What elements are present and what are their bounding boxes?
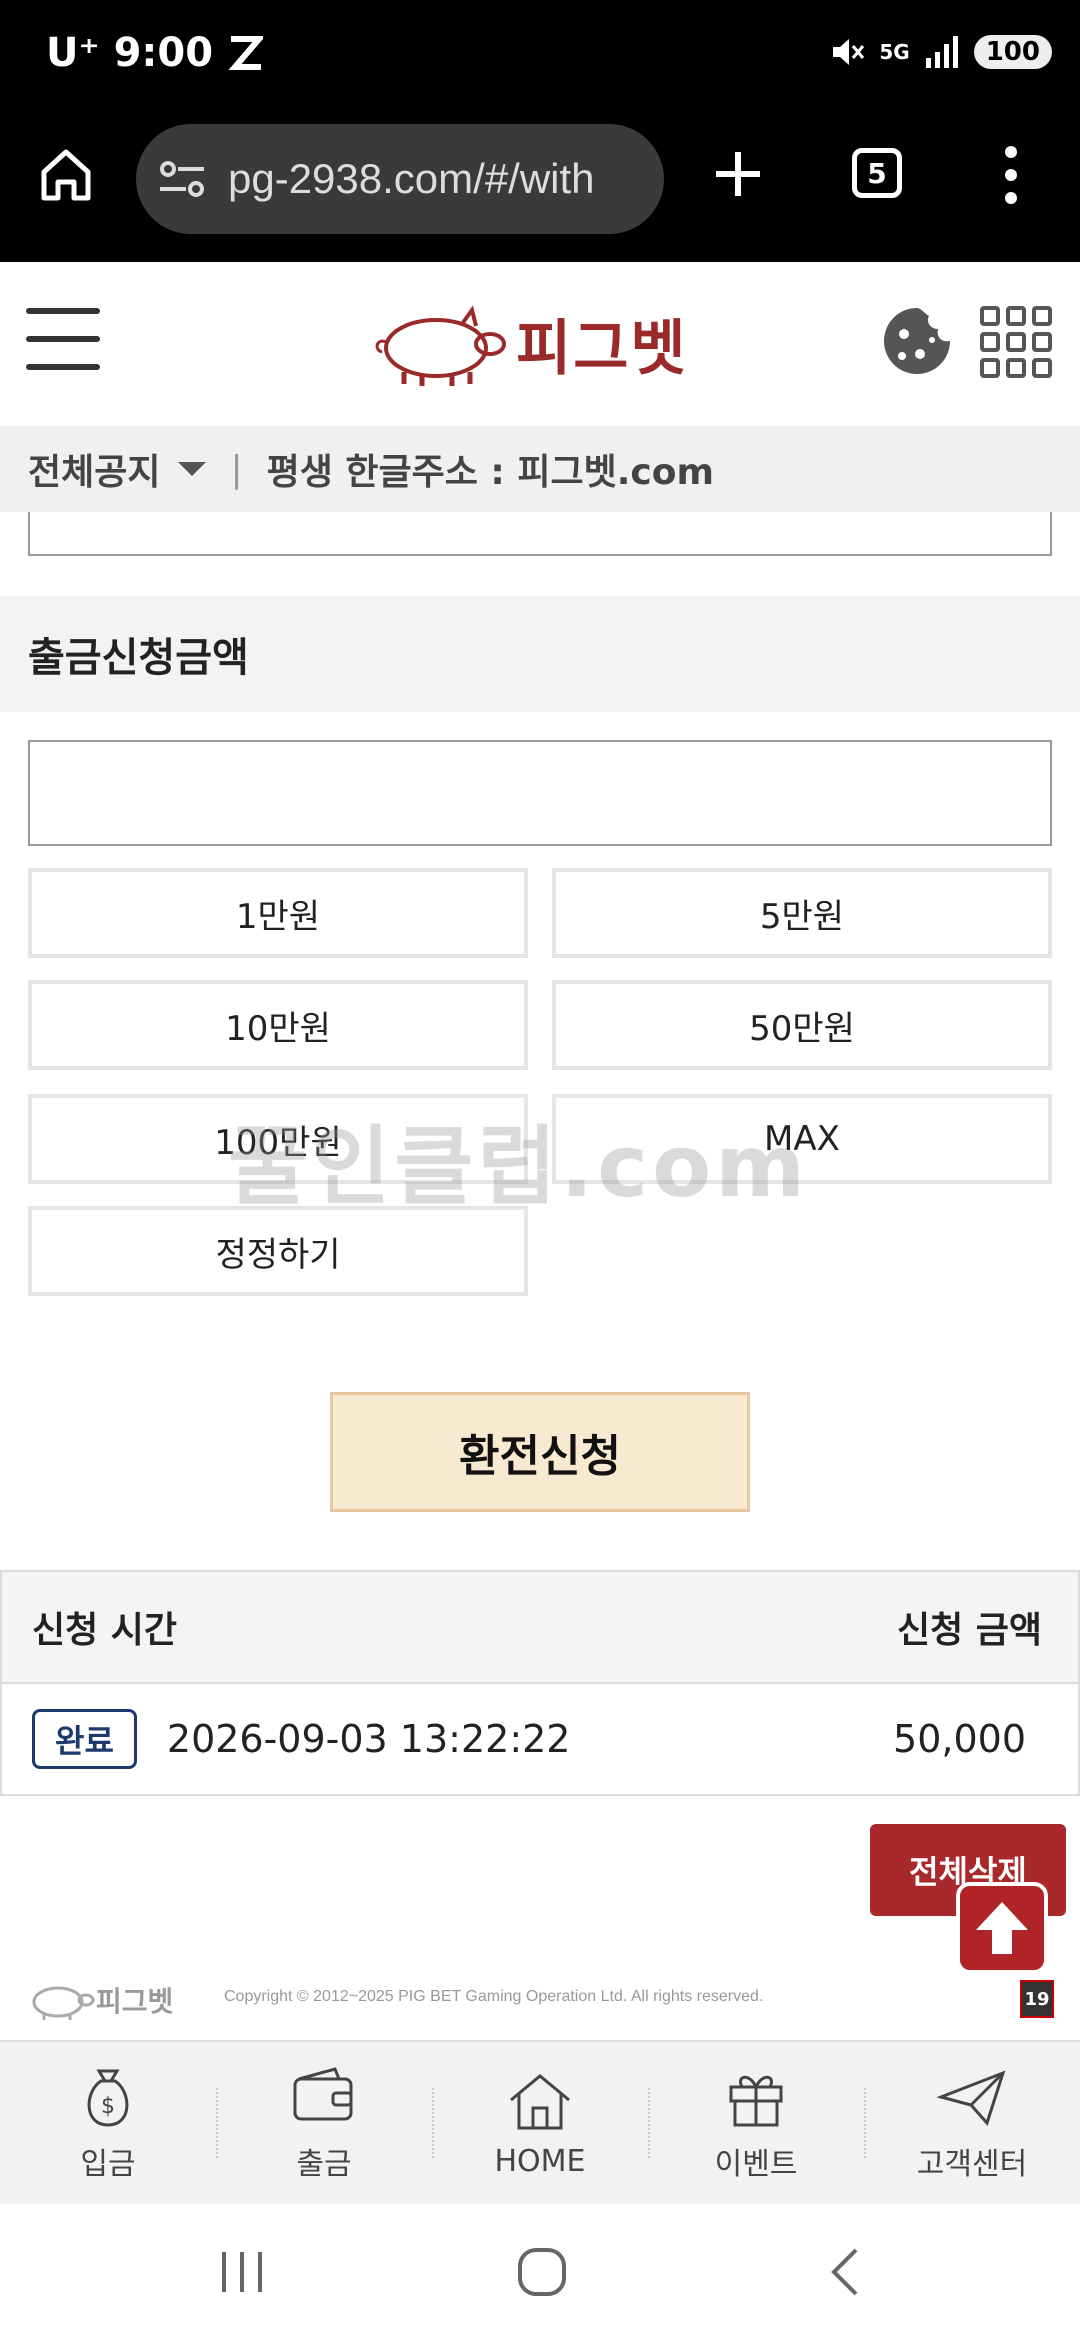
address-bar[interactable]: pg-2938.com/#/with (136, 124, 664, 234)
paper-plane-icon (937, 2070, 1006, 2126)
pig-logo-icon (32, 1986, 95, 2020)
header-amount: 신청 금액 (896, 1610, 1042, 1651)
home-icon[interactable] (512, 2242, 572, 2302)
status-left: U⁺ 9:00 (46, 30, 264, 76)
copyright-text: Copyright © 2012~2025 PIG BET Gaming Ope… (224, 1988, 764, 2005)
amount-label: 출금신청금액 (0, 596, 1080, 712)
age-restriction-icon: 19 (1020, 1980, 1054, 2018)
nav-label: 고객센터 (916, 2147, 1028, 2182)
quick-amount-button[interactable]: 1만원 (28, 868, 528, 958)
apps-grid-icon[interactable] (980, 306, 1052, 378)
withdraw-amount-input[interactable] (28, 740, 1052, 846)
header-time: 신청 시간 (32, 1610, 178, 1651)
request-amount: 50,000 (893, 1717, 1026, 1761)
new-tab-icon[interactable] (708, 144, 768, 204)
wallet-icon (293, 2067, 353, 2121)
browser-toolbar: pg-2938.com/#/with 5 (0, 116, 1080, 262)
caret-down-icon[interactable] (178, 462, 207, 476)
quick-amount-button[interactable]: 100만원 (28, 1094, 528, 1184)
site-logo[interactable]: 피그벳 (370, 298, 688, 388)
hamburger-menu-icon[interactable] (26, 308, 100, 374)
signal-icon (925, 36, 958, 68)
clock: 9:00 (113, 30, 214, 76)
logo-text: 피그벳 (516, 313, 688, 384)
more-options-icon[interactable] (996, 140, 1026, 210)
nav-event[interactable]: 이벤트 (648, 2042, 864, 2204)
notice-separator: | (230, 448, 243, 490)
previous-input-field[interactable] (28, 512, 1052, 556)
gift-icon (729, 2075, 783, 2127)
notice-bar: 전체공지 | 평생 한글주소 : 피그벳.com (0, 426, 1080, 512)
z-app-icon (228, 36, 264, 70)
battery-indicator: 100 (973, 35, 1052, 69)
nav-deposit[interactable]: $ 입금 (0, 2042, 216, 2204)
quick-amount-button[interactable]: 50만원 (552, 980, 1052, 1070)
cookie-icon[interactable] (880, 304, 954, 378)
exchange-request-button[interactable]: 환전신청 (330, 1392, 750, 1512)
history-table: 신청 시간 신청 금액 완료 2026-09-03 13:22:22 50,00… (0, 1570, 1080, 1796)
table-row: 완료 2026-09-03 13:22:22 50,000 (0, 1684, 1080, 1796)
notice-text: 평생 한글주소 : 피그벳.com (266, 452, 714, 493)
quick-amount-button[interactable]: 5만원 (552, 868, 1052, 958)
recent-apps-icon[interactable] (212, 2242, 272, 2302)
status-badge: 완료 (32, 1709, 137, 1769)
nav-label: 입금 (80, 2147, 136, 2182)
reset-amount-button[interactable]: 정정하기 (28, 1206, 528, 1296)
system-navigation (0, 2204, 1080, 2340)
history-header: 신청 시간 신청 금액 (0, 1570, 1080, 1684)
carrier-label: U⁺ (46, 30, 100, 76)
pig-logo-icon (375, 305, 506, 386)
nav-withdraw[interactable]: 출금 (216, 2042, 432, 2204)
nav-label: 이벤트 (714, 2147, 798, 2182)
quick-amount-button[interactable]: 10만원 (28, 980, 528, 1070)
status-bar: U⁺ 9:00 5G 100 (0, 0, 1080, 116)
site-header: 피그벳 (0, 262, 1080, 426)
mute-icon (833, 39, 865, 65)
back-icon[interactable] (816, 2242, 876, 2302)
nav-label: HOME (494, 2143, 586, 2179)
scroll-top-button[interactable] (956, 1882, 1048, 1974)
nav-label: 출금 (296, 2147, 352, 2182)
money-bag-icon: $ (87, 2069, 129, 2127)
request-datetime: 2026-09-03 13:22:22 (166, 1717, 571, 1761)
tab-switcher-button[interactable]: 5 (852, 148, 902, 198)
network-type: 5G (879, 40, 910, 64)
bottom-navigation: $ 입금 출금 HOME 이벤트 고객센터 (0, 2040, 1080, 2204)
max-amount-button[interactable]: MAX (552, 1094, 1052, 1184)
nav-support[interactable]: 고객센터 (864, 2042, 1080, 2204)
status-right: 5G 100 (829, 34, 1052, 70)
footer-logo: 피그벳 (26, 1978, 173, 2022)
notice-category[interactable]: 전체공지 (28, 443, 160, 495)
site-settings-icon[interactable] (158, 159, 206, 199)
footer: 피그벳 Copyright © 2012~2025 PIG BET Gaming… (0, 1962, 1080, 2038)
browser-home-icon[interactable] (38, 146, 94, 202)
nav-home[interactable]: HOME (432, 2042, 648, 2204)
arrow-up-icon (976, 1902, 1028, 1954)
svg-text:$: $ (101, 2094, 115, 2119)
house-icon (510, 2073, 570, 2129)
footer-logo-text: 피그벳 (96, 1985, 174, 2018)
url-text: pg-2938.com/#/with (228, 155, 595, 202)
